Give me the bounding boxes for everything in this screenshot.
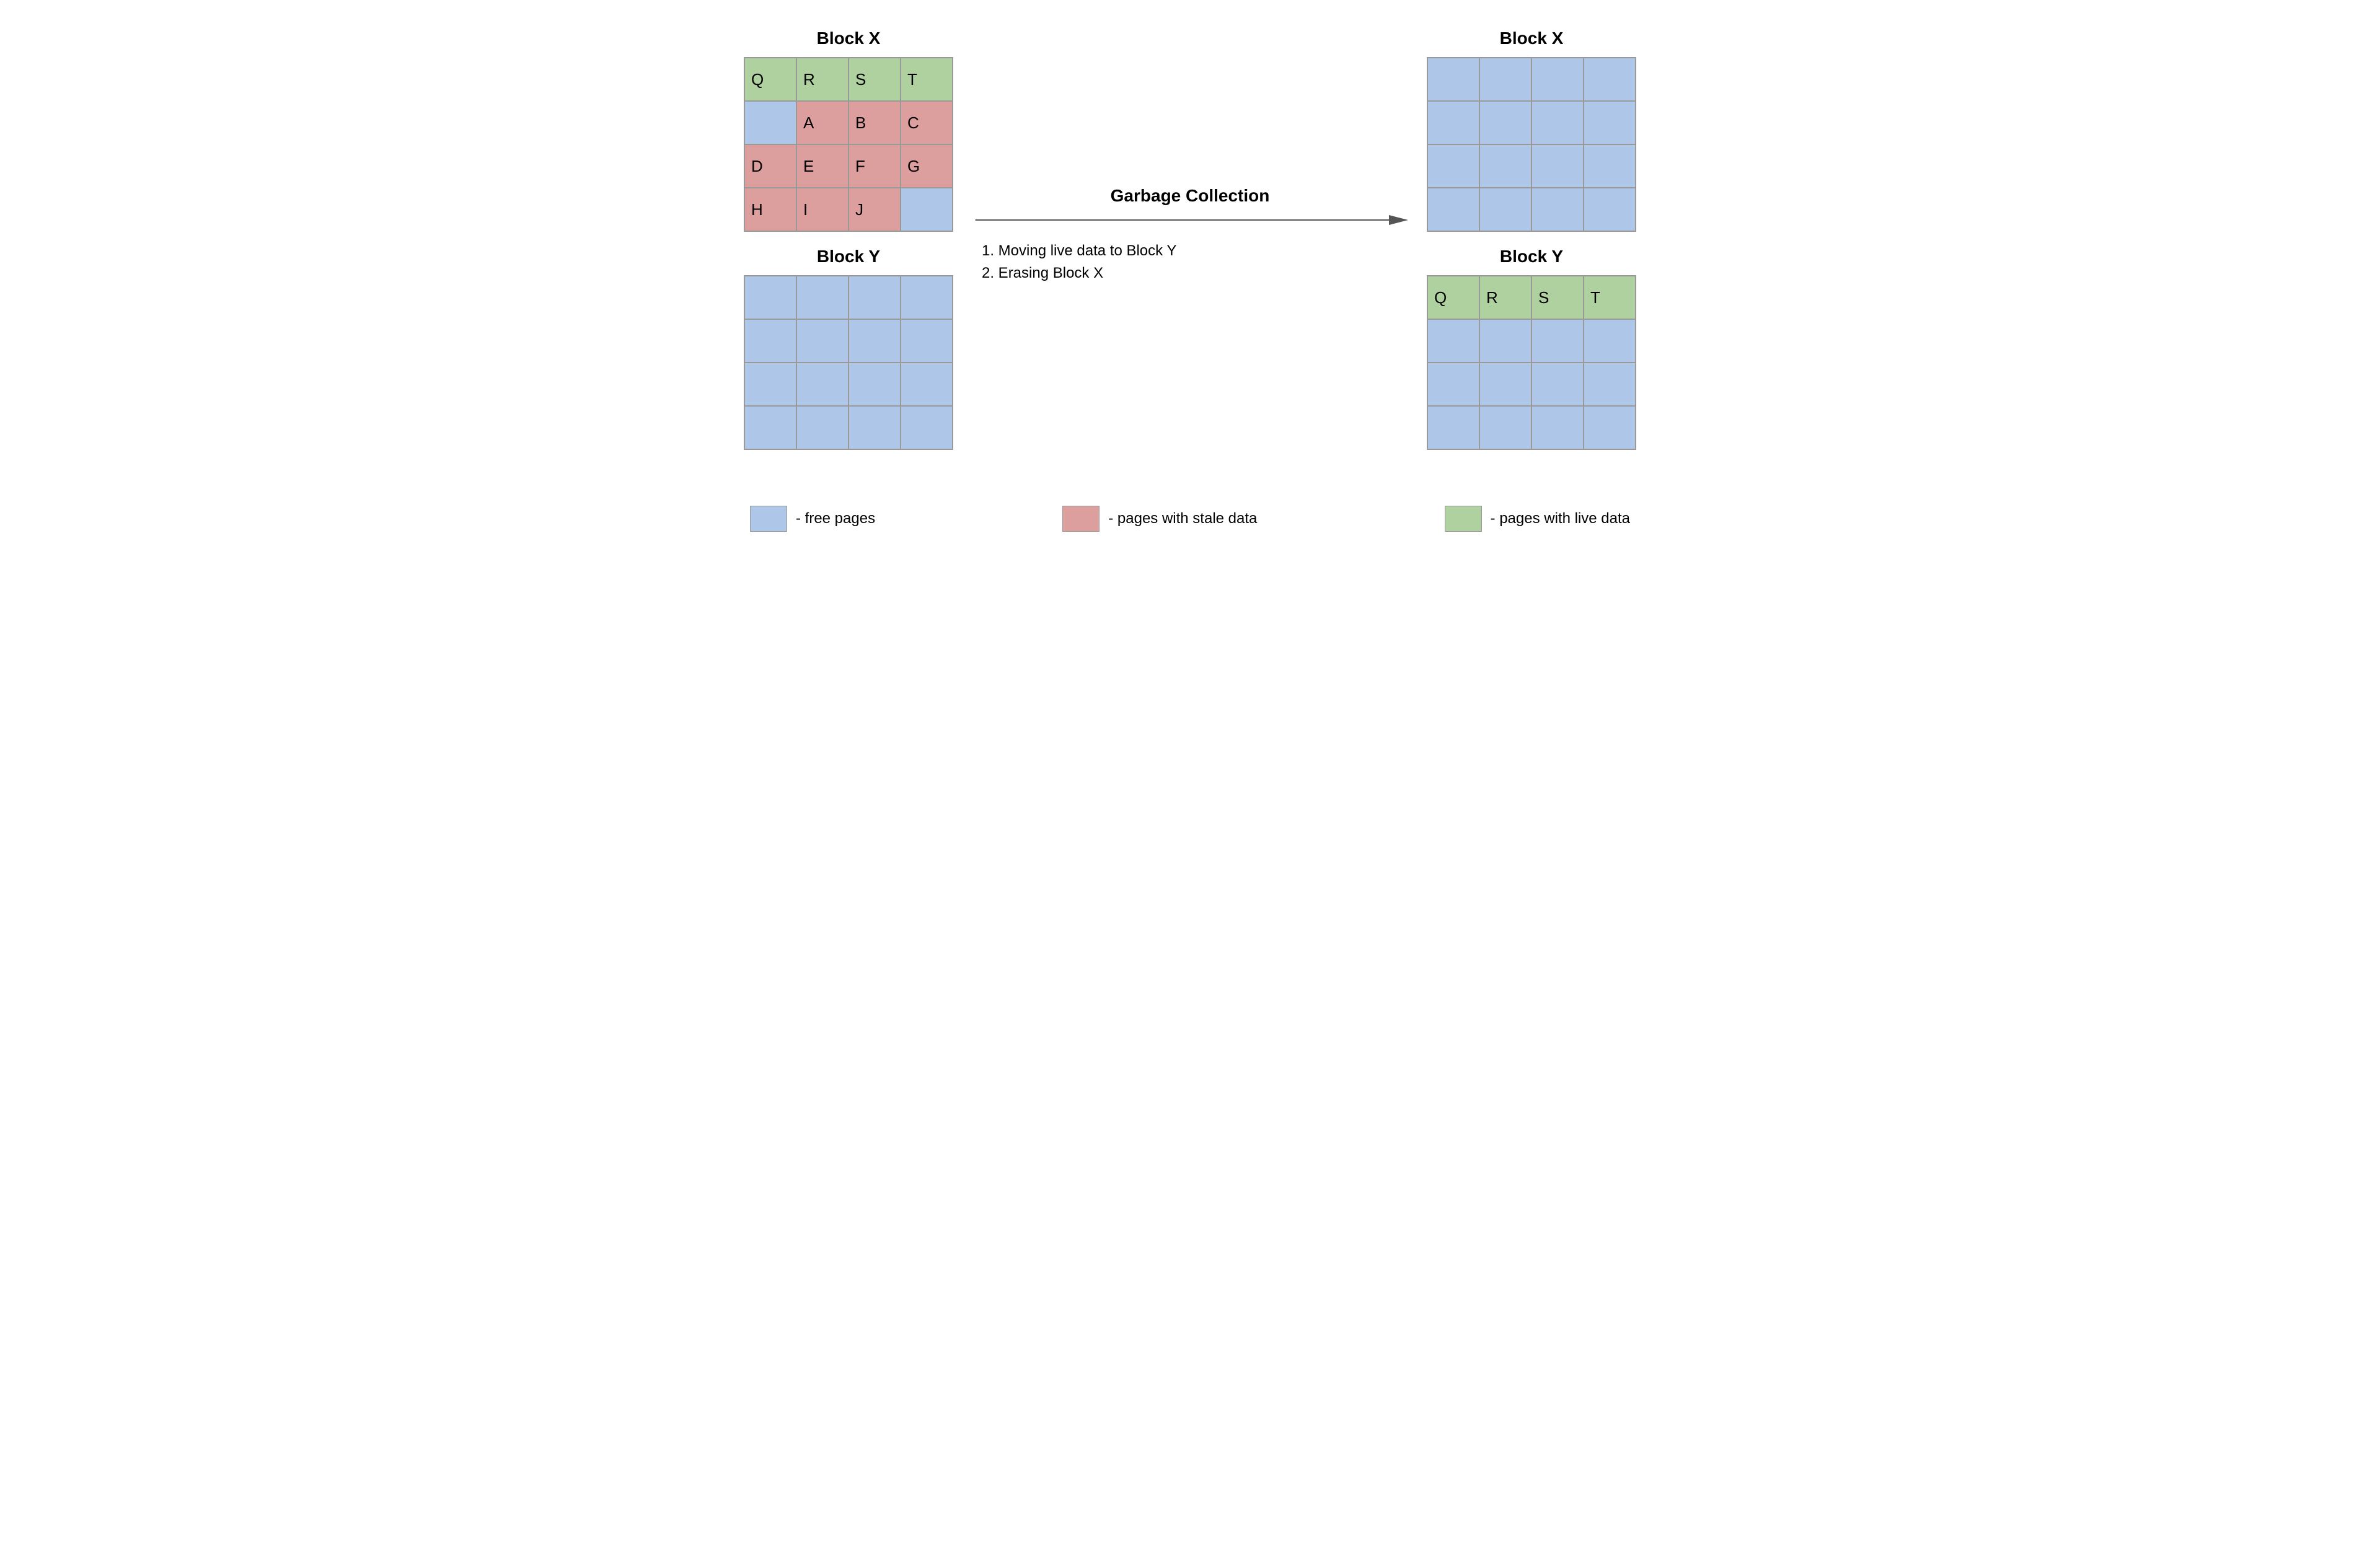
block-x-before-cell: Q: [744, 58, 796, 101]
block-x-after-cell: [1479, 144, 1532, 188]
legend-live: - pages with live data: [1445, 506, 1630, 532]
block-y-before-cell: [796, 276, 848, 319]
block-x-before-cell: [744, 101, 796, 144]
block-y-before-cell: [901, 319, 953, 363]
block-x-after-title: Block X: [1500, 29, 1564, 48]
block-y-after-cell: [1427, 406, 1479, 449]
legend-stale: - pages with stale data: [1062, 506, 1257, 532]
block-x-after-cell: [1479, 188, 1532, 231]
block-y-after-cell: T: [1584, 276, 1636, 319]
block-y-after-cell: [1427, 319, 1479, 363]
block-x-before-cell: J: [848, 188, 901, 231]
block-x-before-cell: T: [901, 58, 953, 101]
block-x-after-cell: [1532, 101, 1584, 144]
block-x-after-cell: [1584, 101, 1636, 144]
block-y-before-cell: [848, 319, 901, 363]
block-y-before-cell: [901, 406, 953, 449]
block-x-before-cell: B: [848, 101, 901, 144]
block-y-after-cell: R: [1479, 276, 1532, 319]
gc-step-2: 2. Erasing Block X: [982, 262, 1176, 284]
block-x-after-cell: [1584, 144, 1636, 188]
diagram-canvas: Block X QRSTABCDEFGHIJ Block Y Garbage C…: [744, 25, 1636, 532]
block-y-after-cell: [1479, 319, 1532, 363]
block-y-before-cell: [744, 276, 796, 319]
block-y-before-cell: [744, 363, 796, 406]
gc-steps: 1. Moving live data to Block Y 2. Erasin…: [972, 240, 1176, 284]
block-y-after-title: Block Y: [1500, 247, 1563, 267]
block-x-before-grid: QRST ABC DEFG HIJ: [744, 57, 953, 232]
swatch-live: [1445, 506, 1482, 532]
block-y-before-cell: [796, 363, 848, 406]
block-x-after-cell: [1427, 144, 1479, 188]
block-y-after-cell: [1427, 363, 1479, 406]
block-x-before-title: Block X: [817, 29, 881, 48]
block-y-before-cell: [901, 276, 953, 319]
block-y-before-cell: [848, 406, 901, 449]
swatch-free: [750, 506, 787, 532]
block-y-before-cell: [796, 319, 848, 363]
block-x-after-cell: [1427, 58, 1479, 101]
block-y-before-title: Block Y: [817, 247, 880, 267]
block-x-after-cell: [1532, 58, 1584, 101]
block-x-after-cell: [1479, 101, 1532, 144]
block-y-after-cell: [1479, 406, 1532, 449]
block-y-after-cell: [1532, 363, 1584, 406]
block-y-after-grid: QRST: [1427, 275, 1636, 450]
block-y-before-cell: [848, 363, 901, 406]
block-x-before-cell: H: [744, 188, 796, 231]
legend-live-label: - pages with live data: [1491, 510, 1630, 527]
block-x-before-cell: [901, 188, 953, 231]
arrow-icon: [972, 211, 1408, 232]
after-column: Block X Block Y QRST: [1427, 25, 1636, 450]
block-y-after-cell: [1584, 363, 1636, 406]
block-x-before-cell: S: [848, 58, 901, 101]
block-y-before-cell: [848, 276, 901, 319]
block-y-after-cell: Q: [1427, 276, 1479, 319]
block-y-before-cell: [901, 363, 953, 406]
block-x-after-cell: [1532, 188, 1584, 231]
legend-free-label: - free pages: [796, 510, 875, 527]
legend-free: - free pages: [750, 506, 875, 532]
block-y-after-cell: [1532, 406, 1584, 449]
block-x-after-grid: [1427, 57, 1636, 232]
block-x-after-cell: [1479, 58, 1532, 101]
before-column: Block X QRST ABC DEFG HIJ Block Y: [744, 25, 953, 450]
block-y-after-cell: S: [1532, 276, 1584, 319]
swatch-stale: [1062, 506, 1100, 532]
block-x-before-cell: C: [901, 101, 953, 144]
block-y-after-cell: [1584, 319, 1636, 363]
block-x-before-cell: E: [796, 144, 848, 188]
block-y-before-grid: [744, 275, 953, 450]
block-x-after-cell: [1584, 58, 1636, 101]
block-y-after-cell: [1479, 363, 1532, 406]
gc-step-1: 1. Moving live data to Block Y: [982, 240, 1176, 262]
block-x-before-cell: I: [796, 188, 848, 231]
block-y-before-cell: [744, 319, 796, 363]
block-y-before-cell: [744, 406, 796, 449]
block-x-after-cell: [1427, 188, 1479, 231]
block-x-after-cell: [1584, 188, 1636, 231]
block-x-before-cell: G: [901, 144, 953, 188]
block-x-before-cell: D: [744, 144, 796, 188]
block-y-before-cell: [796, 406, 848, 449]
block-x-after-cell: [1532, 144, 1584, 188]
main-row: Block X QRSTABCDEFGHIJ Block Y Garbage C…: [744, 25, 1636, 450]
block-y-after-cell: [1584, 406, 1636, 449]
gc-middle: Garbage Collection 1. Moving live data t…: [972, 25, 1408, 284]
legend-stale-label: - pages with stale data: [1108, 510, 1257, 527]
block-x-after-cell: [1427, 101, 1479, 144]
block-x-before-cell: F: [848, 144, 901, 188]
gc-heading: Garbage Collection: [1111, 186, 1270, 206]
block-x-before-cell: A: [796, 101, 848, 144]
block-x-before-cell: R: [796, 58, 848, 101]
block-y-after-cell: [1532, 319, 1584, 363]
legend: - free pages - pages with stale data - p…: [744, 506, 1636, 532]
